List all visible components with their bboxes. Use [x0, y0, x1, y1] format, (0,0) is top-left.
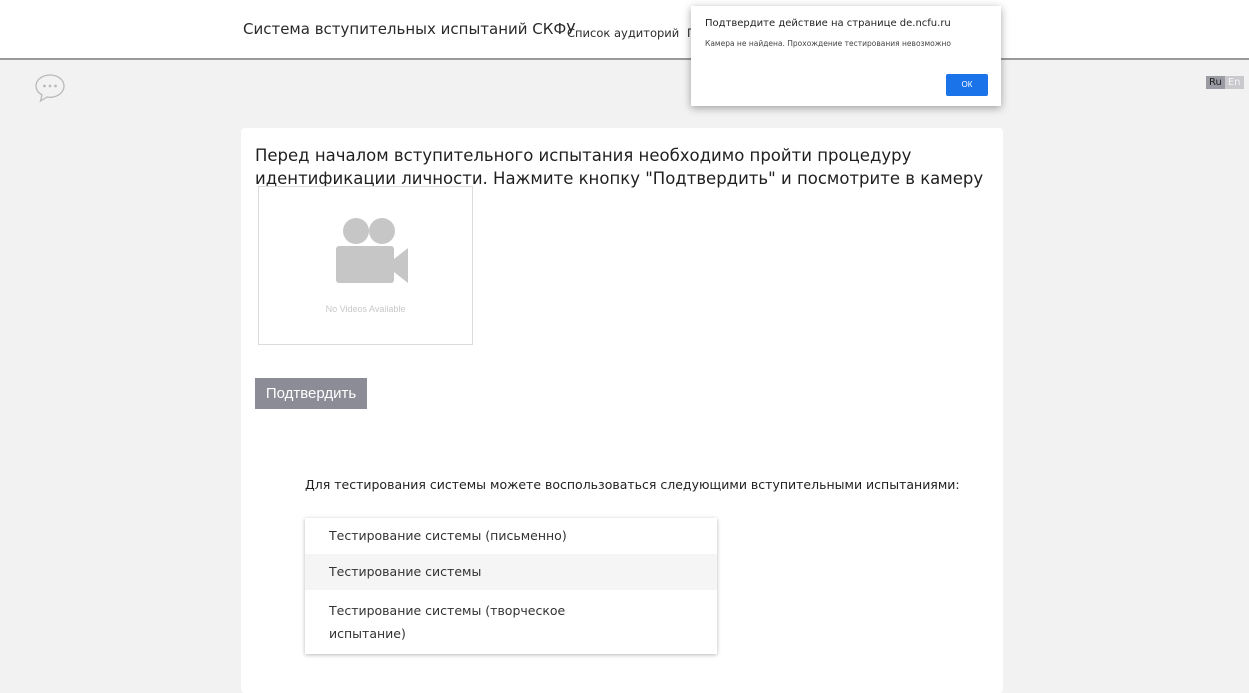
top-navigation-bar: Система вступительных испытаний СКФУ Спи…	[0, 0, 1249, 60]
identification-instruction: Перед началом вступительного испытания н…	[255, 146, 984, 188]
dialog-ok-button[interactable]: ОК	[946, 74, 988, 96]
site-brand[interactable]: Система вступительных испытаний СКФУ	[243, 20, 575, 38]
test-list-hint: Для тестирования системы можете воспольз…	[305, 477, 960, 492]
chat-bubble-icon[interactable]	[34, 72, 66, 104]
dialog-message: Камера не найдена. Прохождение тестирова…	[705, 39, 952, 48]
confirm-dialog: Подтвердите действие на странице de.ncfu…	[691, 6, 1001, 106]
test-item-written[interactable]: Тестирование системы (письменно)	[305, 518, 717, 554]
test-list: Тестирование системы (письменно) Тестиро…	[305, 518, 717, 654]
nav-link-classrooms[interactable]: Список аудиторий	[567, 26, 679, 40]
confirm-button[interactable]: Подтвердить	[255, 378, 367, 409]
language-switcher: Ru En	[1206, 76, 1244, 89]
lang-en-button[interactable]: En	[1224, 76, 1244, 89]
no-video-caption: No Videos Available	[325, 304, 406, 314]
dialog-title: Подтвердите действие на странице de.ncfu…	[705, 18, 951, 29]
test-item-basic[interactable]: Тестирование системы	[305, 554, 717, 590]
lang-ru-button[interactable]: Ru	[1206, 76, 1225, 89]
test-item-creative[interactable]: Тестирование системы (творческое испытан…	[305, 590, 633, 654]
video-camera-icon	[336, 218, 408, 283]
camera-preview: No Videos Available	[258, 186, 473, 345]
